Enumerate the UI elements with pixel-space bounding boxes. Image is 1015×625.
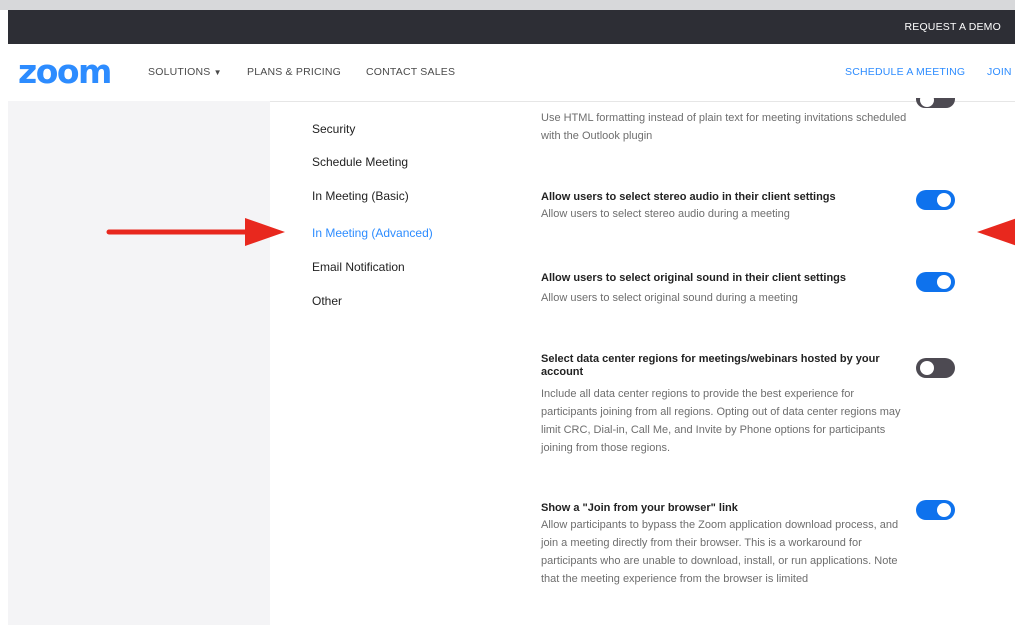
zoom-logo[interactable]: zoom <box>18 52 112 91</box>
setting-join-browser-desc: Allow participants to bypass the Zoom ap… <box>541 519 899 585</box>
menu-item-schedule-meeting[interactable]: Schedule Meeting <box>312 155 408 169</box>
menu-item-other[interactable]: Other <box>312 294 342 308</box>
caret-down-icon: ▼ <box>213 68 222 77</box>
nav-plans-pricing[interactable]: PLANS & PRICING <box>247 66 341 78</box>
nav-contact-sales[interactable]: CONTACT SALES <box>366 66 455 78</box>
original-sound-toggle[interactable] <box>916 272 955 292</box>
nav-solutions[interactable]: SOLUTIONS ▼ <box>148 66 222 78</box>
setting-html-format-desc: Use HTML formatting instead of plain tex… <box>541 112 907 142</box>
menu-item-in-meeting-advanced[interactable]: In Meeting (Advanced) <box>312 226 433 240</box>
clipped-setting-title <box>541 92 901 99</box>
join-browser-toggle[interactable] <box>916 500 955 520</box>
toggle-knob <box>937 503 951 517</box>
menu-item-email-notification[interactable]: Email Notification <box>312 260 405 274</box>
menu-item-in-meeting-basic[interactable]: In Meeting (Basic) <box>312 189 409 203</box>
setting-original-sound-title: Allow users to select original sound in … <box>541 272 846 284</box>
setting-stereo-audio-title: Allow users to select stereo audio in th… <box>541 191 836 203</box>
setting-stereo-audio-desc: Allow users to select stereo audio durin… <box>541 208 790 220</box>
toggle-knob <box>937 193 951 207</box>
red-arrow-left-icon <box>977 218 1015 246</box>
window-background <box>0 0 1015 10</box>
setting-join-browser-title: Show a "Join from your browser" link <box>541 502 738 514</box>
toggle-knob <box>937 275 951 289</box>
setting-original-sound-desc: Allow users to select original sound dur… <box>541 292 798 304</box>
red-arrow-right-icon <box>106 218 285 246</box>
setting-data-center-desc: Include all data center regions to provi… <box>541 388 901 454</box>
toggle-knob <box>920 361 934 375</box>
top-bar: REQUEST A DEMO <box>8 10 1015 44</box>
nav-solutions-label: SOLUTIONS <box>148 66 211 78</box>
data-center-toggle[interactable] <box>916 358 955 378</box>
request-demo-link[interactable]: REQUEST A DEMO <box>904 10 1001 44</box>
stereo-audio-toggle[interactable] <box>916 190 955 210</box>
left-sidebar-panel <box>8 101 270 625</box>
setting-data-center-title: Select data center regions for meetings/… <box>541 353 880 378</box>
menu-item-security[interactable]: Security <box>312 122 355 136</box>
nav-schedule-meeting[interactable]: SCHEDULE A MEETING <box>845 66 965 78</box>
nav-join[interactable]: JOIN <box>987 66 1012 78</box>
